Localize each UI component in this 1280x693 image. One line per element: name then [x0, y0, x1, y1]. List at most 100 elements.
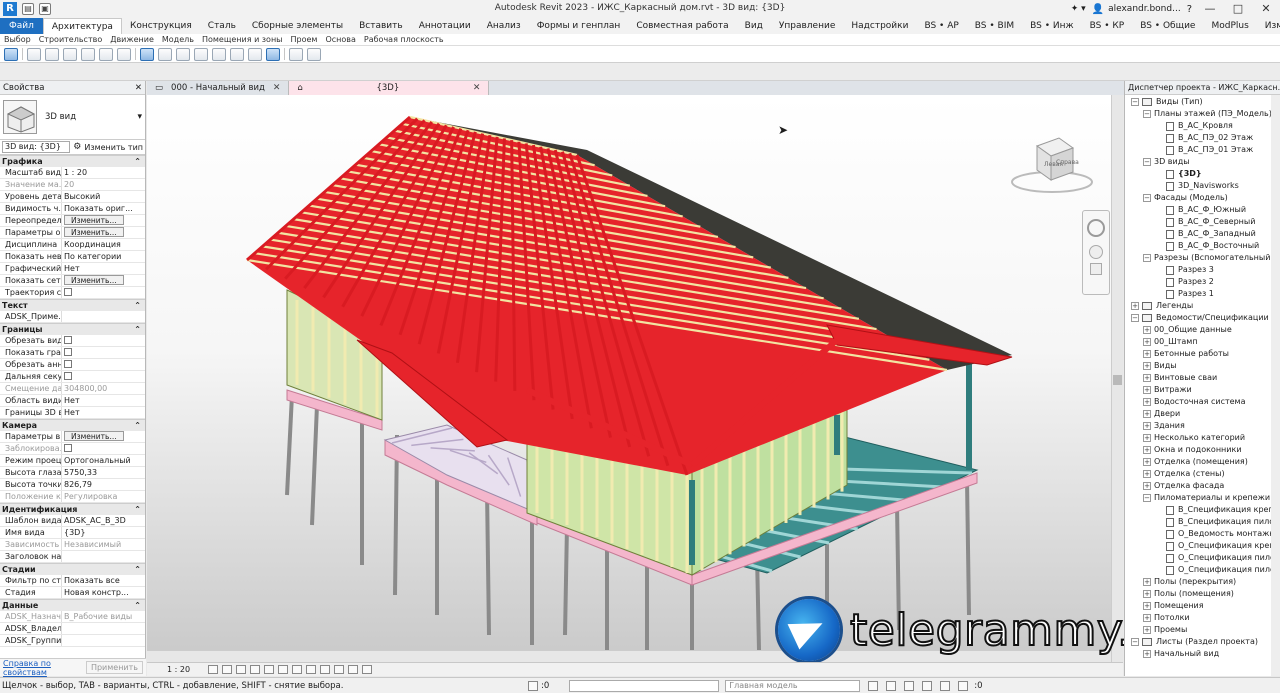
browser-node[interactable]: + Винтовые сваи — [1125, 372, 1280, 384]
open-file-icon[interactable] — [27, 47, 41, 61]
save-icon[interactable]: ▣ — [39, 3, 51, 15]
property-value[interactable]: 1 : 20 — [62, 167, 145, 178]
properties-help-link[interactable]: Справка по свойствам — [3, 659, 86, 677]
property-value[interactable]: Нет — [62, 263, 145, 274]
ribbon-tab[interactable]: Архитектура — [42, 18, 122, 34]
browser-node[interactable]: В_АС_Ф_Западный — [1125, 228, 1280, 240]
crop-view-icon[interactable] — [278, 665, 289, 674]
property-value[interactable]: Регулировка — [62, 491, 145, 502]
collapse-icon[interactable]: − — [1131, 98, 1139, 106]
property-value[interactable] — [62, 551, 145, 562]
collapse-icon[interactable]: − — [1131, 314, 1139, 322]
collapse-icon[interactable]: − — [1143, 494, 1151, 502]
expand-icon[interactable]: + — [1143, 602, 1151, 610]
browser-node[interactable]: {3D} — [1125, 168, 1280, 180]
browser-node[interactable]: О_Спецификация крепе — [1125, 540, 1280, 552]
expand-icon[interactable]: + — [1143, 434, 1151, 442]
project-browser-scrollbar[interactable] — [1271, 95, 1280, 676]
tag-icon[interactable] — [176, 47, 190, 61]
lock-view-icon[interactable] — [306, 665, 317, 674]
browser-node[interactable]: Разрез 2 — [1125, 276, 1280, 288]
select-face-icon[interactable] — [922, 680, 933, 691]
property-checkbox[interactable] — [64, 336, 72, 344]
property-value[interactable] — [62, 635, 145, 646]
ribbon-panel-label[interactable]: Строительство — [35, 34, 107, 45]
help-icon[interactable]: ? — [1187, 4, 1192, 15]
property-value[interactable]: Координация — [62, 239, 145, 250]
edit-type-button[interactable]: Изменить тип — [84, 143, 143, 152]
expand-icon[interactable]: + — [1143, 338, 1151, 346]
property-value[interactable]: Ортогональный — [62, 455, 145, 466]
modify-icon[interactable] — [4, 47, 18, 61]
ribbon-panel-label[interactable]: Рабочая плоскость — [360, 34, 448, 45]
sync-icon[interactable] — [63, 47, 77, 61]
expand-icon[interactable]: + — [1143, 326, 1151, 334]
open-icon[interactable]: ▤ — [22, 3, 34, 15]
expand-icon[interactable]: + — [1143, 446, 1151, 454]
collapse-icon[interactable]: ⌃ — [134, 324, 141, 335]
browser-node[interactable]: В_Спецификация пилом — [1125, 516, 1280, 528]
property-value[interactable]: ADSK_АС_В_3D — [62, 515, 145, 526]
collapse-icon[interactable]: ⌃ — [134, 300, 141, 311]
property-group-header[interactable]: Границы ⌃ — [0, 323, 145, 335]
browser-node[interactable]: − Ведомости/Спецификации (Наз — [1125, 312, 1280, 324]
browser-node[interactable]: + Отделка фасада — [1125, 480, 1280, 492]
zoom-icon[interactable] — [1089, 245, 1103, 259]
property-group-header[interactable]: Камера ⌃ — [0, 419, 145, 431]
browser-node[interactable]: + Помещения — [1125, 600, 1280, 612]
measure-icon[interactable] — [140, 47, 154, 61]
expand-icon[interactable]: + — [1143, 422, 1151, 430]
viewcube[interactable]: Левая Справа — [1007, 130, 1097, 200]
expand-icon[interactable]: + — [1143, 578, 1151, 586]
vertical-scrollbar[interactable] — [1111, 95, 1123, 662]
collapse-icon[interactable]: ⌃ — [134, 156, 141, 167]
browser-node[interactable]: + Потолки — [1125, 612, 1280, 624]
browser-node[interactable]: + Двери — [1125, 408, 1280, 420]
property-value[interactable] — [62, 311, 145, 322]
property-group-header[interactable]: Текст ⌃ — [0, 299, 145, 311]
undo-icon[interactable] — [81, 47, 95, 61]
property-value[interactable]: 826,79 — [62, 479, 145, 490]
3d-view-icon[interactable] — [212, 47, 226, 61]
info-icon[interactable]: ✦ ▾ — [1071, 4, 1086, 14]
collapse-icon[interactable]: ⌃ — [134, 564, 141, 575]
property-checkbox[interactable] — [64, 288, 72, 296]
view-scale[interactable]: 1 : 20 — [167, 665, 190, 674]
building-model[interactable] — [147, 95, 1111, 655]
expand-icon[interactable]: + — [1143, 614, 1151, 622]
select-pinned-icon[interactable] — [904, 680, 915, 691]
visual-style-icon[interactable] — [222, 665, 233, 674]
browser-node[interactable]: + Легенды — [1125, 300, 1280, 312]
ribbon-panel-label[interactable]: Модель — [158, 34, 198, 45]
ribbon-tab[interactable]: Аннотации — [411, 18, 479, 34]
browser-node[interactable]: В_АС_Ф_Южный — [1125, 204, 1280, 216]
detail-level-icon[interactable] — [208, 665, 219, 674]
ribbon-tab[interactable]: BS • КР — [1082, 18, 1133, 34]
property-edit-button[interactable]: Изменить... — [64, 215, 124, 225]
ribbon-tab[interactable]: Формы и генплан — [529, 18, 629, 34]
expand-icon[interactable]: + — [1131, 302, 1139, 310]
browser-node[interactable]: + Бетонные работы — [1125, 348, 1280, 360]
ribbon-tab[interactable]: Изменить — [1257, 18, 1280, 34]
select-underlay-icon[interactable] — [886, 680, 897, 691]
browser-node[interactable]: О_Спецификация пилом — [1125, 552, 1280, 564]
property-group-header[interactable]: Идентификация ⌃ — [0, 503, 145, 515]
expand-icon[interactable]: + — [1143, 362, 1151, 370]
collapse-icon[interactable]: − — [1143, 254, 1151, 262]
highlight-icon[interactable] — [362, 665, 373, 674]
property-value[interactable] — [62, 623, 145, 634]
browser-node[interactable]: +00_Общие данные — [1125, 324, 1280, 336]
ribbon-tab[interactable]: BS • Общие — [1132, 18, 1203, 34]
filter-icon[interactable] — [958, 680, 969, 691]
browser-node[interactable]: В_АС_Ф_Северный — [1125, 216, 1280, 228]
collapse-icon[interactable]: ⌃ — [134, 600, 141, 611]
ribbon-tab[interactable]: BS • AP — [916, 18, 966, 34]
switch-windows-icon[interactable] — [289, 47, 303, 61]
text-icon[interactable] — [194, 47, 208, 61]
property-checkbox[interactable] — [64, 348, 72, 356]
browser-node[interactable]: + Полы (помещения) — [1125, 588, 1280, 600]
apply-button[interactable]: Применить — [85, 661, 143, 674]
print-icon[interactable] — [117, 47, 131, 61]
maximize-button[interactable]: □ — [1224, 0, 1252, 18]
browser-node[interactable]: О_Ведомость монтажны — [1125, 528, 1280, 540]
